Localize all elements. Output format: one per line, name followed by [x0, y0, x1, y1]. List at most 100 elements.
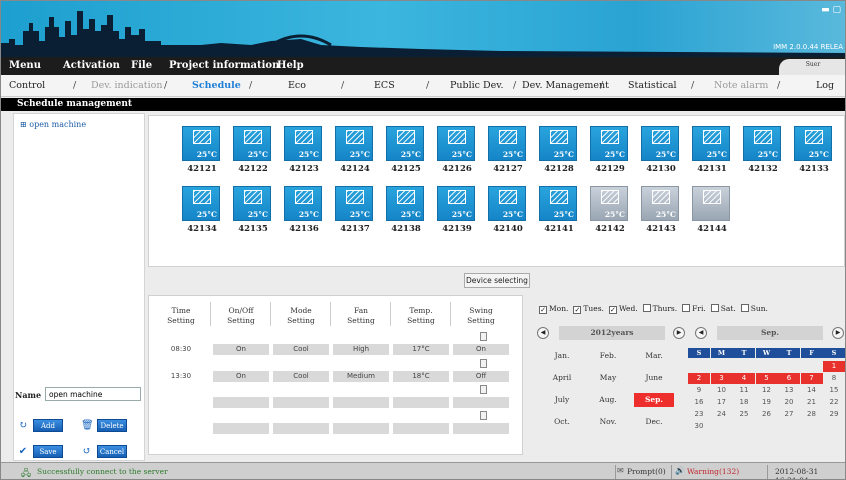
month-cell[interactable]: Jan. [542, 349, 582, 363]
day-cell[interactable]: 13 [778, 385, 800, 396]
device-tile[interactable]: 42144 [692, 186, 732, 234]
day-cell[interactable]: 3 [710, 373, 733, 384]
weekday-checkbox[interactable] [642, 304, 651, 312]
schedule-cell[interactable] [333, 423, 389, 434]
schedule-cell[interactable] [273, 423, 329, 434]
next-year-button[interactable]: ▶ [673, 327, 685, 339]
schedule-cell[interactable] [333, 397, 389, 408]
month-cell[interactable]: Dec. [634, 415, 674, 429]
menu-file[interactable]: File [131, 60, 152, 71]
schedule-cell[interactable]: Cool [273, 371, 329, 382]
device-tile[interactable]: 25°C 42143 [641, 186, 681, 234]
day-cell[interactable]: 27 [778, 409, 800, 420]
schedule-cell[interactable] [393, 397, 449, 408]
day-cell[interactable]: 16 [688, 397, 710, 408]
day-cell[interactable]: 4 [733, 373, 755, 384]
day-cell[interactable]: 12 [756, 385, 778, 396]
menu-activation[interactable]: Activation [63, 60, 120, 71]
tab-dev-management[interactable]: Dev. Management [522, 80, 609, 91]
month-cell[interactable]: May [588, 371, 628, 385]
day-cell[interactable]: 26 [756, 409, 778, 420]
day-cell[interactable]: 22 [823, 397, 845, 408]
tab-eco[interactable]: Eco [288, 80, 306, 91]
device-tile[interactable]: 25°C 42142 [590, 186, 630, 234]
weekday-option[interactable]: Fri. [682, 304, 706, 313]
save-button[interactable]: Save [33, 445, 63, 458]
month-cell[interactable]: June [634, 371, 674, 385]
menu-project-information[interactable]: Project information [169, 60, 279, 71]
day-cell[interactable]: 21 [801, 397, 823, 408]
menu-menu[interactable]: Menu [9, 60, 41, 71]
month-cell[interactable]: Aug. [588, 393, 628, 407]
next-month-button[interactable]: ▶ [832, 327, 844, 339]
device-tile[interactable]: 25°C 42122 [233, 126, 273, 174]
device-tile[interactable]: 25°C 42129 [590, 126, 630, 174]
weekday-option[interactable]: Sat. [710, 304, 736, 313]
day-cell[interactable]: 2 [688, 373, 710, 384]
menu-help[interactable]: Help [277, 60, 304, 71]
day-cell[interactable]: 6 [778, 373, 800, 384]
device-tile[interactable]: 25°C 42139 [437, 186, 477, 234]
day-cell[interactable]: 14 [801, 385, 823, 396]
device-tile[interactable]: 25°C 42133 [794, 126, 834, 174]
day-cell[interactable]: 17 [711, 397, 733, 408]
device-tile[interactable]: 25°C 42130 [641, 126, 681, 174]
weekday-option[interactable]: ✓ Tues. [573, 304, 604, 314]
edit-row-icon[interactable] [480, 385, 487, 394]
weekday-checkbox[interactable] [740, 304, 749, 312]
weekday-checkbox[interactable]: ✓ [539, 306, 547, 314]
month-cell[interactable]: Feb. [588, 349, 628, 363]
schedule-cell[interactable] [213, 397, 269, 408]
device-tile[interactable]: 25°C 42126 [437, 126, 477, 174]
device-tile[interactable]: 25°C 42123 [284, 126, 324, 174]
device-tile[interactable]: 25°C 42127 [488, 126, 528, 174]
device-tile[interactable]: 25°C 42134 [182, 186, 222, 234]
tab-control[interactable]: Control [9, 80, 45, 91]
schedule-cell[interactable]: 18°C [393, 371, 449, 382]
device-tile[interactable]: 25°C 42125 [386, 126, 426, 174]
weekday-option[interactable]: Thurs. [642, 304, 677, 313]
tab-note-alarm[interactable]: Note alarm [714, 80, 768, 91]
schedule-cell[interactable]: On [213, 344, 269, 355]
day-cell[interactable]: 25 [733, 409, 755, 420]
schedule-cell[interactable] [453, 397, 509, 408]
cancel-button[interactable]: Cancel [97, 445, 127, 458]
schedule-cell[interactable]: On [453, 344, 509, 355]
schedule-tree-item[interactable]: ⊞ open machine [20, 120, 86, 129]
month-cell[interactable]: April [542, 371, 582, 385]
day-cell[interactable]: 19 [756, 397, 778, 408]
window-controls[interactable]: ▬ ▢ [821, 5, 841, 15]
device-tile[interactable]: 25°C 42131 [692, 126, 732, 174]
tab-statistical[interactable]: Statistical [628, 80, 677, 91]
device-tile[interactable]: 25°C 42140 [488, 186, 528, 234]
day-cell[interactable]: 8 [823, 373, 845, 384]
month-cell[interactable]: Oct. [542, 415, 582, 429]
edit-row-icon[interactable] [480, 359, 487, 368]
month-cell[interactable]: July [542, 393, 582, 407]
schedule-cell[interactable] [153, 397, 209, 408]
day-cell[interactable]: 29 [823, 409, 845, 420]
day-cell[interactable]: 11 [733, 385, 755, 396]
day-cell[interactable]: 24 [711, 409, 733, 420]
prev-year-button[interactable]: ◀ [537, 327, 549, 339]
schedule-cell[interactable] [393, 423, 449, 434]
edit-row-icon[interactable] [480, 411, 487, 420]
day-cell[interactable]: 28 [801, 409, 823, 420]
day-cell[interactable]: 23 [688, 409, 710, 420]
month-cell[interactable]: Mar. [634, 349, 674, 363]
day-cell[interactable]: 7 [800, 373, 823, 384]
device-tile[interactable]: 25°C 42136 [284, 186, 324, 234]
schedule-cell[interactable]: 13:30 [153, 371, 209, 382]
schedule-cell[interactable]: 08:30 [153, 344, 209, 355]
tab-ecs[interactable]: ECS [374, 80, 395, 91]
schedule-cell[interactable]: On [213, 371, 269, 382]
device-tile[interactable]: 25°C 42121 [182, 126, 222, 174]
schedule-cell[interactable] [273, 397, 329, 408]
schedule-cell[interactable]: Medium [333, 371, 389, 382]
prompt-count[interactable]: Prompt(0) [627, 467, 666, 476]
device-tile[interactable]: 25°C 42141 [539, 186, 579, 234]
delete-button[interactable]: Delete [97, 419, 127, 432]
device-tile[interactable]: 25°C 42132 [743, 126, 783, 174]
schedule-cell[interactable] [153, 423, 209, 434]
month-cell[interactable]: Nov. [588, 415, 628, 429]
